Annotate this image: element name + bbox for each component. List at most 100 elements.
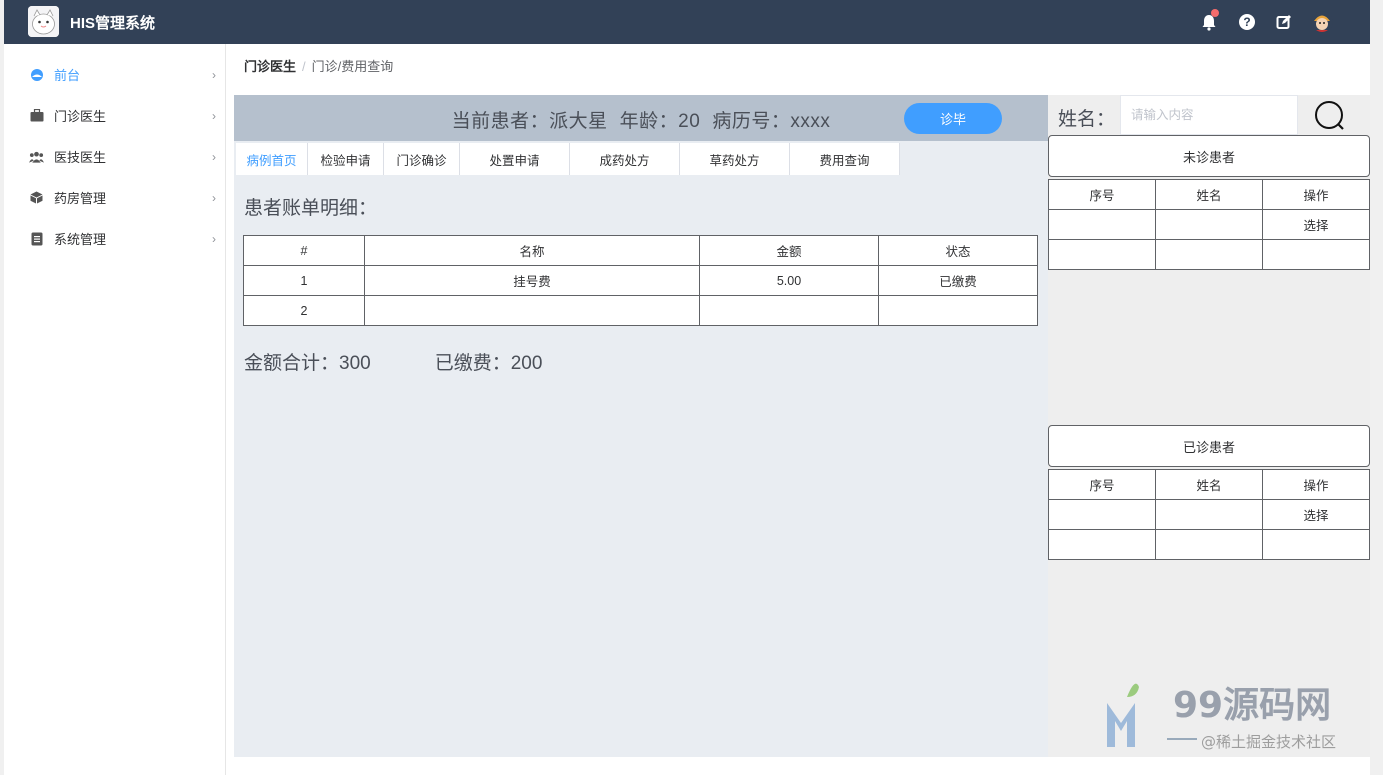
paid-amount: 已缴费：200 [434,353,543,374]
name-search-input[interactable] [1120,95,1298,135]
table-header-row: 序号 姓名 操作 [1048,179,1370,210]
sidebar-item-label: 药房管理 [54,191,107,206]
main-panel: 当前患者：派大星 年龄：20 病历号：xxxx 诊毕 病例首页 检验申请 门诊确诊 … [234,95,1048,757]
top-bar: HIS管理系统 ? [4,0,1370,44]
bill-section-title: 患者账单明细： [244,198,378,219]
breadcrumb-separator: / [302,59,306,74]
search-label: 姓名： [1058,109,1116,130]
table-row: 选择 [1048,209,1370,240]
breadcrumb-parent[interactable]: 门诊医生 [244,59,296,74]
help-icon[interactable]: ? [1237,12,1257,32]
select-link[interactable]: 选择 [1262,499,1370,530]
app-title: HIS管理系统 [70,15,156,32]
tab-bar: 病例首页 检验申请 门诊确诊 处置申请 成药处方 草药处方 费用查询 [236,143,900,175]
chevron-right-icon: › [212,67,216,82]
column-header: 序号 [1048,179,1156,210]
column-header: 名称 [364,235,700,266]
user-avatar[interactable] [1310,10,1334,34]
select-link[interactable]: 选择 [1262,209,1370,240]
sidebar-item-outpatient-doctor[interactable]: 门诊医生 › [4,95,226,136]
column-header: # [243,235,365,266]
column-header: 金额 [699,235,879,266]
breadcrumb-current: 门诊/费用查询 [311,59,394,74]
edit-icon[interactable] [1274,12,1294,32]
bill-table: # 名称 金额 状态 1 挂号费 5.00 已缴费 2 [243,235,1038,326]
search-icon[interactable] [1314,100,1346,132]
sidebar-item-medtech-doctor[interactable]: 医技医生 › [4,136,226,177]
app-frame: HIS管理系统 ? 前台 › 门诊医生 › 医技医生 › 药房管理 › 系统管理… [4,0,1370,775]
column-header: 操作 [1262,179,1370,210]
chevron-right-icon: › [212,149,216,164]
table-row [1048,239,1370,270]
done-patients-table: 序号 姓名 操作 选择 [1048,469,1370,560]
briefcase-icon [29,108,44,123]
app-logo [28,6,59,37]
column-header: 操作 [1262,469,1370,500]
table-cell [364,295,700,326]
table-cell [1048,529,1156,560]
table-row: 1 挂号费 5.00 已缴费 [243,265,1038,296]
chevron-right-icon: › [212,190,216,205]
table-row: 2 [243,295,1038,326]
table-cell [1155,529,1263,560]
table-row [1048,529,1370,560]
bell-icon[interactable] [1199,9,1219,32]
total-amount: 金额合计：300 [244,353,371,374]
table-row: 选择 [1048,499,1370,530]
tab-lab-request[interactable]: 检验申请 [308,143,384,175]
column-header: 姓名 [1155,179,1263,210]
table-header-row: # 名称 金额 状态 [243,235,1038,266]
patient-list-panel: 姓名： 未诊患者 序号 姓名 操作 选择 已诊患者 [1048,95,1370,757]
tab-patent-prescription[interactable]: 成药处方 [570,143,680,175]
table-cell [1155,499,1263,530]
patient-record-no: 病历号：xxxx [712,111,831,132]
table-cell: 已缴费 [878,265,1038,296]
chevron-right-icon: › [212,231,216,246]
sidebar-item-front-desk[interactable]: 前台 › [4,54,226,95]
column-header: 姓名 [1155,469,1263,500]
table-cell [1048,209,1156,240]
chevron-right-icon: › [212,108,216,123]
sidebar-item-system[interactable]: 系统管理 › [4,218,226,259]
notification-dot [1211,9,1219,17]
sidebar-item-label: 医技医生 [54,150,107,165]
sidebar-item-label: 门诊医生 [54,109,107,124]
box-icon [29,190,44,205]
table-header-row: 序号 姓名 操作 [1048,469,1370,500]
dashboard-icon [29,67,44,82]
tab-fee-query[interactable]: 费用查询 [790,143,900,175]
tab-diagnosis[interactable]: 门诊确诊 [384,143,460,175]
waiting-patients-table: 序号 姓名 操作 选择 [1048,179,1370,270]
sidebar: 前台 › 门诊医生 › 医技医生 › 药房管理 › 系统管理 › [4,44,226,775]
column-header: 序号 [1048,469,1156,500]
sidebar-item-label: 系统管理 [54,232,107,247]
table-cell: 2 [243,295,365,326]
table-cell: 1 [243,265,365,296]
watermark-sub: @稀土掘金技术社区 [1201,733,1336,751]
table-cell [699,295,879,326]
patient-age: 年龄：20 [619,111,701,132]
table-cell [1262,239,1370,270]
table-cell: 挂号费 [364,265,700,296]
table-cell: 5.00 [699,265,879,296]
tab-treatment-request[interactable]: 处置申请 [460,143,570,175]
column-header: 状态 [878,235,1038,266]
patient-bar: 当前患者：派大星 年龄：20 病历号：xxxx 诊毕 [234,95,1048,141]
tab-case-home[interactable]: 病例首页 [236,143,308,175]
bill-totals: 金额合计：300 已缴费：200 [244,348,542,375]
table-cell [1262,529,1370,560]
sidebar-item-label: 前台 [54,68,81,83]
finish-visit-button[interactable]: 诊毕 [904,103,1002,134]
tab-herbal-prescription[interactable]: 草药处方 [680,143,790,175]
table-cell [1048,499,1156,530]
watermark-brand: 99源码网 [1173,685,1331,726]
waiting-patients-header: 未诊患者 [1048,135,1370,177]
table-cell [1048,239,1156,270]
patient-name: 当前患者：派大星 [451,111,608,132]
breadcrumb: 门诊医生 / 门诊/费用查询 [244,56,393,75]
document-icon [29,231,44,246]
sidebar-item-pharmacy[interactable]: 药房管理 › [4,177,226,218]
table-cell [878,295,1038,326]
table-cell [1155,209,1263,240]
watermark: 99源码网 @稀土掘金技术社区 [1105,675,1365,755]
